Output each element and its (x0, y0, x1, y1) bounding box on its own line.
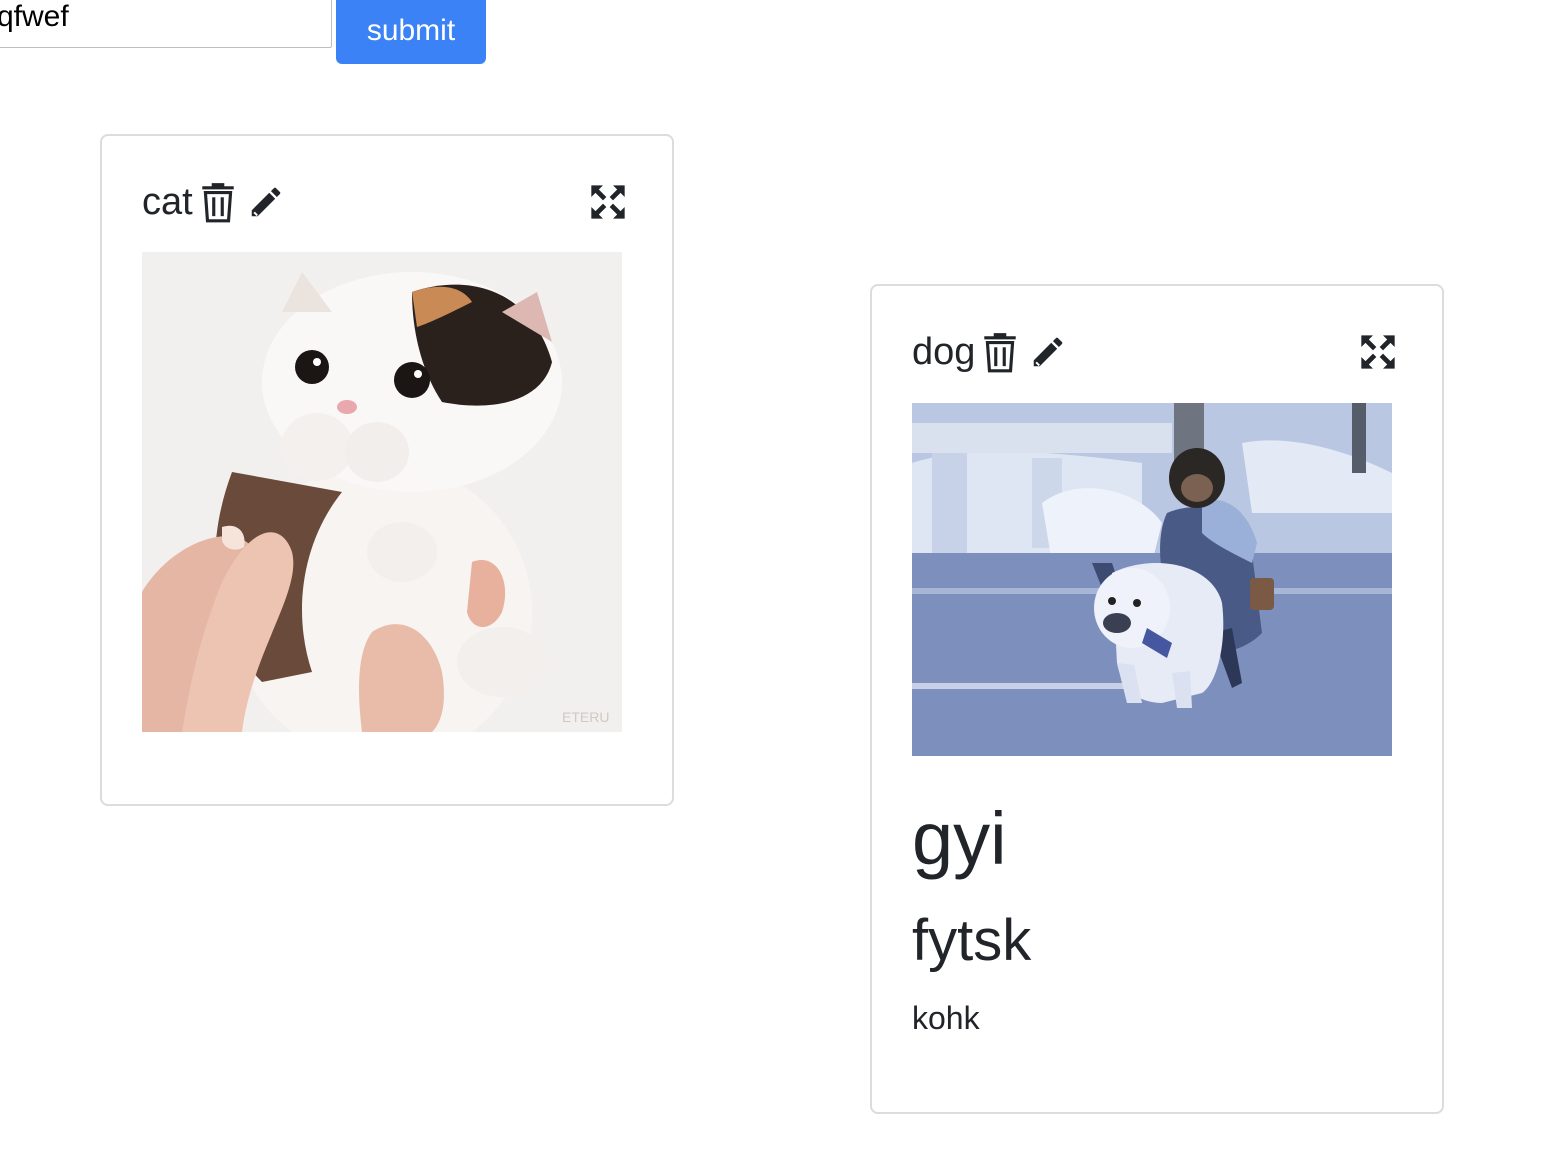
card-heading: gyi (912, 797, 1007, 880)
top-form: submit (0, 0, 500, 64)
card-title: dog (912, 330, 976, 373)
card-subheading: fytsk (912, 908, 1032, 973)
card-header: dog (912, 328, 1077, 376)
trash-icon[interactable] (981, 330, 1019, 374)
chimp-dog-image (912, 403, 1392, 756)
expand-icon[interactable] (1358, 332, 1398, 372)
card-cat: cat ETERU (100, 134, 674, 806)
trash-icon[interactable] (199, 180, 237, 224)
pencil-icon[interactable] (247, 180, 285, 224)
card-title: cat (142, 180, 193, 223)
kitten-image: ETERU (142, 252, 622, 732)
expand-icon[interactable] (588, 182, 628, 222)
submit-button[interactable]: submit (336, 0, 486, 64)
pencil-icon[interactable] (1029, 330, 1067, 374)
text-input[interactable] (0, 0, 332, 48)
card-dog: dog gyi fytsk kohk (870, 284, 1444, 1114)
watermark-text: ETERU (562, 709, 609, 725)
card-body-text: kohk (912, 1000, 980, 1036)
card-header: cat (142, 178, 295, 226)
